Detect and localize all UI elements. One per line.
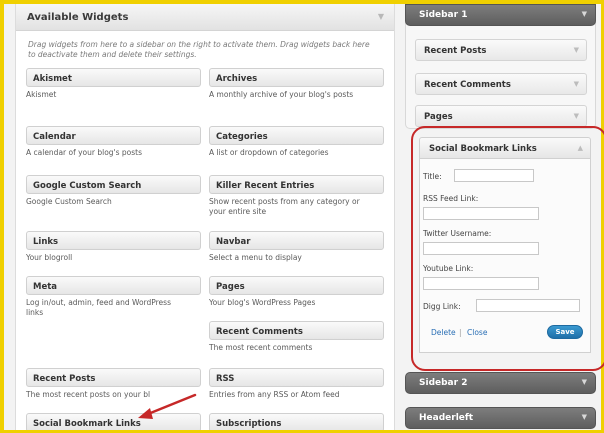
widget-akismet[interactable]: Akismet: [26, 68, 201, 87]
widget-archives[interactable]: Archives: [209, 68, 384, 87]
sidebar-2-header[interactable]: Sidebar 2 ▼: [405, 372, 596, 394]
available-widgets-panel: Available Widgets ▼ Drag widgets from he…: [15, 4, 395, 430]
widget-description: Your blog's WordPress Pages: [209, 298, 316, 307]
widget-description: Your blogroll: [26, 253, 73, 262]
widget-title: Categories: [216, 132, 268, 142]
widget-description: Akismet: [26, 90, 57, 99]
widget-description: Select a menu to display: [209, 253, 302, 262]
headerleft-title: Headerleft: [419, 413, 474, 423]
widget-title: Pages: [216, 282, 245, 292]
widget-title: RSS: [216, 374, 235, 384]
widget-title: Killer Recent Entries: [216, 181, 315, 191]
sidebar-1-title: Sidebar 1: [419, 10, 468, 20]
widget-description: Show recent posts from any category or y…: [209, 197, 360, 216]
widget-categories[interactable]: Categories: [209, 126, 384, 145]
collapse-arrow-icon[interactable]: ▼: [582, 10, 587, 18]
widget-description: The most recent posts on your bl: [26, 390, 151, 399]
widget-title: Recent Comments: [216, 327, 303, 337]
collapse-arrow-icon[interactable]: ▼: [582, 378, 587, 386]
widget-pages[interactable]: Pages: [209, 276, 384, 295]
collapse-arrow-icon[interactable]: ▼: [574, 46, 579, 54]
widget-rss[interactable]: RSS: [209, 368, 384, 387]
sidebar-item-recent-comments[interactable]: Recent Comments ▼: [415, 73, 587, 95]
sidebar-2-title: Sidebar 2: [419, 378, 468, 388]
widget-title: Akismet: [33, 74, 72, 84]
available-widgets-description: Drag widgets from here to a sidebar on t…: [28, 40, 370, 59]
sidebar-item-label: Recent Comments: [424, 80, 511, 90]
widget-description: A calendar of your blog's posts: [26, 148, 143, 157]
collapse-arrow-icon[interactable]: ▼: [378, 12, 384, 21]
widget-calendar[interactable]: Calendar: [26, 126, 201, 145]
sidebar-item-label: Pages: [424, 112, 453, 122]
collapse-arrow-icon[interactable]: ▼: [574, 80, 579, 88]
sidebar-item-label: Recent Posts: [424, 46, 487, 56]
available-widgets-title: Available Widgets: [27, 12, 129, 23]
highlight-outline: [411, 126, 604, 371]
collapse-arrow-icon[interactable]: ▼: [582, 413, 587, 421]
headerleft-header[interactable]: Headerleft ▼: [405, 407, 596, 429]
widget-title: Meta: [33, 282, 58, 292]
widget-title: Social Bookmark Links: [33, 419, 141, 429]
widget-social-bookmark-links[interactable]: Social Bookmark Links: [26, 413, 201, 430]
sidebar-item-pages[interactable]: Pages ▼: [415, 105, 587, 127]
widget-google-custom-search[interactable]: Google Custom Search: [26, 175, 201, 194]
sidebar-1-header[interactable]: Sidebar 1 ▼: [405, 4, 596, 26]
widget-description: Entries from any RSS or Atom feed: [209, 390, 340, 399]
widget-title: Links: [33, 237, 59, 247]
widget-description: A monthly archive of your blog's posts: [209, 90, 354, 99]
widget-title: Subscriptions: [216, 419, 282, 429]
available-widgets-header[interactable]: Available Widgets ▼: [16, 4, 394, 31]
widget-recent-comments[interactable]: Recent Comments: [209, 321, 384, 340]
widget-description: Log in/out, admin, feed and WordPress li…: [26, 298, 171, 317]
sidebar-item-recent-posts[interactable]: Recent Posts ▼: [415, 39, 587, 61]
widget-title: Google Custom Search: [33, 181, 142, 191]
widget-subscriptions[interactable]: Subscriptions: [209, 413, 384, 430]
widget-killer-recent-entries[interactable]: Killer Recent Entries: [209, 175, 384, 194]
widget-description: The most recent comments: [209, 343, 313, 352]
widget-links[interactable]: Links: [26, 231, 201, 250]
widget-title: Recent Posts: [33, 374, 96, 384]
widget-description: A list or dropdown of categories: [209, 148, 329, 157]
widget-recent-posts[interactable]: Recent Posts: [26, 368, 201, 387]
widget-meta[interactable]: Meta: [26, 276, 201, 295]
widget-title: Navbar: [216, 237, 251, 247]
widget-title: Archives: [216, 74, 258, 84]
widget-navbar[interactable]: Navbar: [209, 231, 384, 250]
widget-description: Google Custom Search: [26, 197, 112, 206]
collapse-arrow-icon[interactable]: ▼: [574, 112, 579, 120]
widget-title: Calendar: [33, 132, 76, 142]
